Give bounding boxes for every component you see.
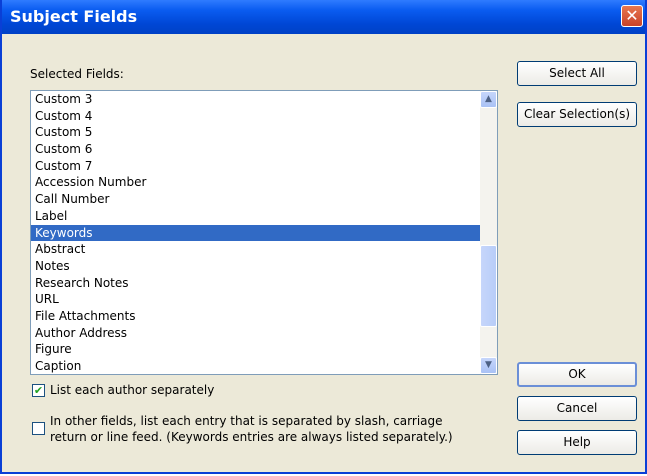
cancel-button[interactable]: Cancel xyxy=(517,396,637,421)
list-item[interactable]: Custom 6 xyxy=(31,141,497,158)
list-item[interactable]: Figure xyxy=(31,341,497,358)
help-button[interactable]: Help xyxy=(517,430,637,455)
fields-listbox[interactable]: Custom 3 Custom 4 Custom 5 Custom 6 Custom 7… xyxy=(30,90,498,375)
close-icon: ✕ xyxy=(625,6,639,25)
list-item[interactable]: Accession Number xyxy=(31,174,497,191)
chevron-down-icon: ▼ xyxy=(485,360,492,370)
checkmark-icon: ✔ xyxy=(33,384,44,397)
list-author-separately-checkbox[interactable]: ✔ xyxy=(32,384,45,397)
list-item[interactable]: Notes xyxy=(31,258,497,275)
select-all-button[interactable]: Select All xyxy=(517,61,637,86)
clear-selection-button[interactable]: Clear Selection(s) xyxy=(517,102,637,127)
ok-button[interactable]: OK xyxy=(517,362,637,387)
list-item[interactable]: Custom 4 xyxy=(31,108,497,125)
list-other-fields-line1: In other fields, list each entry that is… xyxy=(50,414,443,428)
list-item[interactable]: Custom 5 xyxy=(31,124,497,141)
list-item[interactable]: Research Notes xyxy=(31,275,497,292)
dialog-title: Subject Fields xyxy=(10,7,138,26)
chevron-up-icon: ▲ xyxy=(485,94,492,104)
scrollbar-thumb[interactable] xyxy=(480,245,497,327)
scroll-down-button[interactable]: ▼ xyxy=(480,357,497,374)
list-item[interactable]: File Attachments xyxy=(31,308,497,325)
list-other-fields-label: In other fields, list each entry that is… xyxy=(50,413,453,445)
vertical-scrollbar[interactable]: ▲ ▼ xyxy=(480,91,497,374)
list-item[interactable]: Custom 3 xyxy=(31,91,497,108)
list-other-fields-checkbox[interactable] xyxy=(32,422,45,435)
fields-list: Custom 3 Custom 4 Custom 5 Custom 6 Custom 7… xyxy=(31,91,497,374)
list-item[interactable]: Custom 7 xyxy=(31,158,497,175)
list-item[interactable]: Abstract xyxy=(31,241,497,258)
list-item[interactable]: Label xyxy=(31,208,497,225)
scroll-up-button[interactable]: ▲ xyxy=(480,91,497,108)
list-item[interactable]: Call Number xyxy=(31,191,497,208)
selected-fields-label: Selected Fields: xyxy=(30,67,124,81)
title-bar[interactable]: Subject Fields ✕ xyxy=(2,0,645,34)
list-other-fields-line2: return or line feed. (Keywords entries a… xyxy=(50,430,453,444)
list-item[interactable]: Keywords xyxy=(31,224,497,242)
list-item[interactable]: Author Address xyxy=(31,325,497,342)
list-item[interactable]: URL xyxy=(31,291,497,308)
close-button[interactable]: ✕ xyxy=(621,5,643,27)
list-author-separately-label: List each author separately xyxy=(50,383,215,397)
list-item[interactable]: Caption xyxy=(31,358,497,374)
subject-fields-dialog: Subject Fields ✕ Selected Fields: Custom… xyxy=(0,0,647,474)
